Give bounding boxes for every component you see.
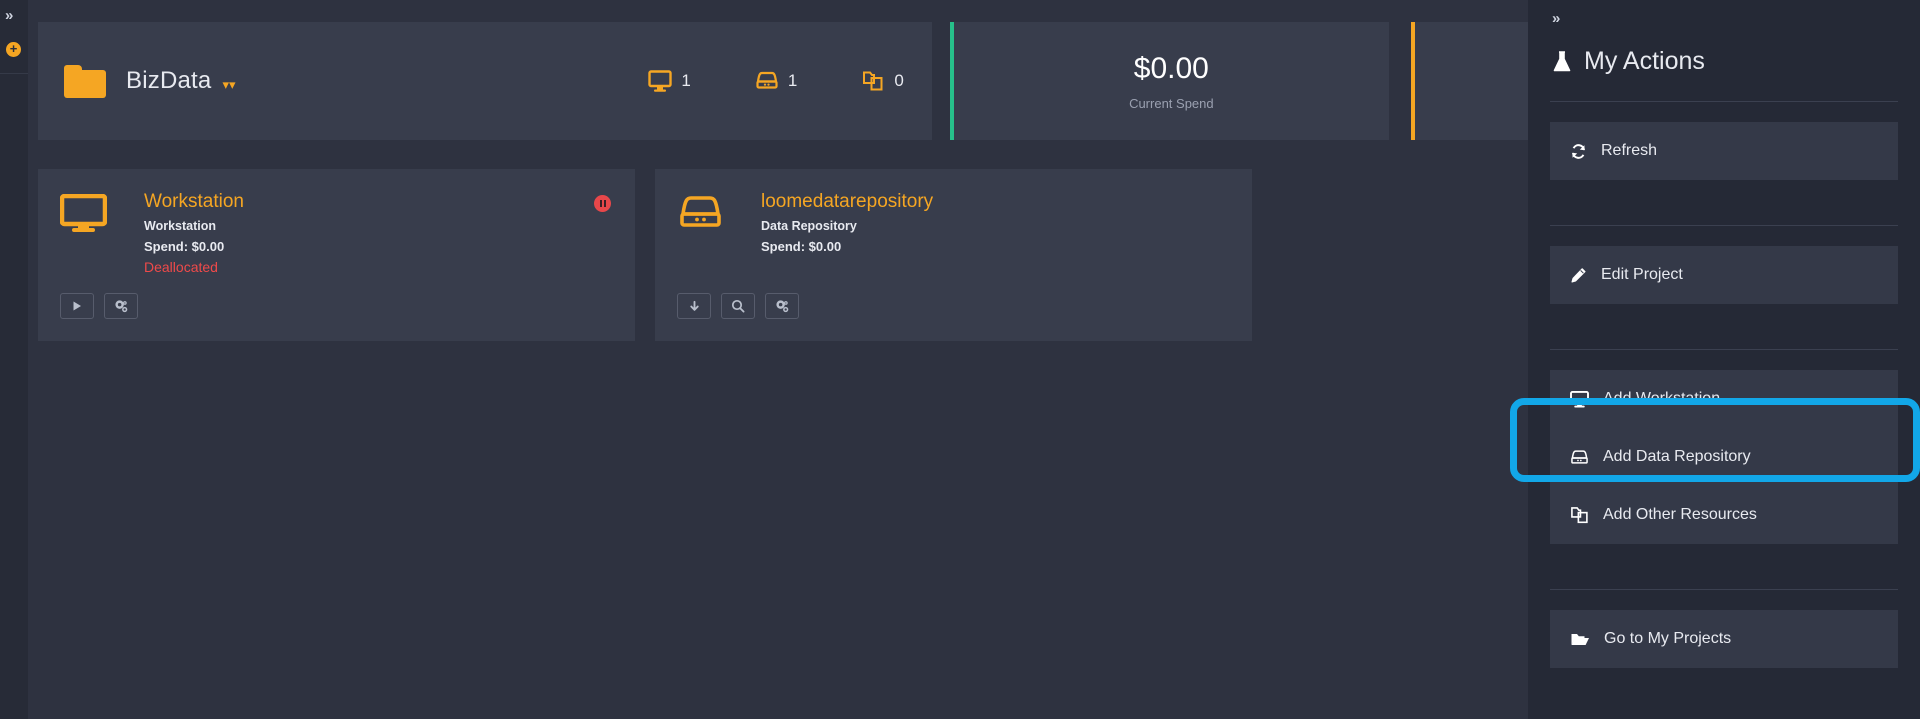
resource-card-workstation[interactable]: Workstation Workstation Spend: $0.00 Dea… bbox=[38, 169, 635, 341]
action-label: Add Workstation bbox=[1603, 390, 1721, 407]
current-spend-card: $0.00 Current Spend bbox=[949, 22, 1389, 140]
resource-title: Workstation bbox=[144, 191, 244, 212]
stat-value: 0 bbox=[894, 71, 904, 90]
folder-open-icon bbox=[1571, 633, 1589, 645]
data-repository-icon bbox=[756, 71, 778, 89]
monitor-icon bbox=[648, 70, 673, 92]
stat-value: 1 bbox=[681, 71, 691, 90]
stat-other-resources: 0 bbox=[861, 70, 904, 92]
plus-circle-icon[interactable]: + bbox=[6, 42, 21, 57]
resource-action-buttons bbox=[60, 293, 138, 319]
my-actions-panel: » My Actions Refresh Edit Project Add Wo… bbox=[1528, 0, 1920, 719]
flask-icon bbox=[1553, 50, 1571, 71]
stat-value: 1 bbox=[787, 71, 798, 90]
folder-icon bbox=[64, 64, 106, 98]
resource-spend: Spend: $0.00 bbox=[144, 238, 225, 254]
refresh-icon bbox=[1572, 143, 1585, 159]
download-icon bbox=[689, 300, 699, 311]
action-refresh[interactable]: Refresh bbox=[1550, 122, 1898, 180]
double-chevron-right-icon[interactable]: » bbox=[1550, 0, 1898, 27]
paused-status-icon bbox=[594, 195, 611, 212]
action-label: Add Other Resources bbox=[1603, 506, 1757, 523]
spend-label: Current Spend bbox=[1129, 95, 1214, 111]
gears-icon bbox=[775, 299, 788, 312]
settings-button[interactable] bbox=[765, 293, 799, 319]
project-stats: 1 1 0 bbox=[648, 70, 904, 92]
next-summary-card-partial bbox=[1410, 22, 1528, 140]
other-resources-icon bbox=[863, 71, 883, 91]
action-edit-project[interactable]: Edit Project bbox=[1550, 246, 1898, 304]
gears-icon bbox=[114, 299, 127, 312]
action-label: Edit Project bbox=[1601, 266, 1683, 283]
spend-amount: $0.00 bbox=[1133, 51, 1209, 85]
resource-spend: Spend: $0.00 bbox=[761, 238, 842, 254]
search-icon bbox=[731, 299, 745, 313]
download-button[interactable] bbox=[677, 293, 711, 319]
rail-divider bbox=[0, 73, 28, 74]
play-icon bbox=[73, 301, 81, 311]
stat-workstations: 1 bbox=[648, 70, 691, 92]
panel-title-row: My Actions bbox=[1550, 27, 1898, 76]
monitor-icon bbox=[60, 194, 110, 232]
main-content: BizData ▾▾ 1 1 0 $0.00 Current Spend Wor… bbox=[28, 0, 1528, 719]
data-repository-icon bbox=[1571, 449, 1588, 464]
settings-button[interactable] bbox=[104, 293, 138, 319]
data-repository-icon bbox=[677, 194, 727, 232]
start-button[interactable] bbox=[60, 293, 94, 319]
action-go-to-my-projects[interactable]: Go to My Projects bbox=[1550, 610, 1898, 668]
double-chevron-right-icon[interactable]: » bbox=[5, 8, 13, 23]
action-add-workstation[interactable]: Add Workstation bbox=[1550, 370, 1898, 428]
project-header-card: BizData ▾▾ 1 1 0 bbox=[38, 22, 932, 140]
action-add-other-resources[interactable]: Add Other Resources bbox=[1550, 486, 1898, 544]
resource-type: Data Repository bbox=[761, 219, 857, 233]
resource-type: Workstation bbox=[144, 219, 216, 233]
left-rail: » + bbox=[0, 0, 28, 719]
resource-card-data-repository[interactable]: loomedatarepository Data Repository Spen… bbox=[655, 169, 1252, 341]
explore-button[interactable] bbox=[721, 293, 755, 319]
resource-status: Deallocated bbox=[144, 258, 218, 275]
action-label: Add Data Repository bbox=[1603, 448, 1751, 465]
resource-cards: Workstation Workstation Spend: $0.00 Dea… bbox=[28, 140, 1528, 341]
resource-action-buttons bbox=[677, 293, 799, 319]
application-window: » + BizData ▾▾ 1 1 0 $0.00 Current Spend… bbox=[0, 0, 1920, 719]
monitor-icon bbox=[1570, 390, 1589, 408]
other-resources-icon bbox=[1571, 507, 1588, 524]
panel-title: My Actions bbox=[1584, 47, 1705, 75]
action-label: Refresh bbox=[1601, 142, 1658, 159]
resource-title: loomedatarepository bbox=[761, 191, 934, 212]
chevron-down-icon[interactable]: ▾▾ bbox=[222, 78, 235, 91]
action-label: Go to My Projects bbox=[1604, 630, 1732, 647]
stat-data-repositories: 1 bbox=[755, 70, 797, 92]
summary-row: BizData ▾▾ 1 1 0 $0.00 Current Spend bbox=[28, 0, 1528, 140]
action-add-data-repository[interactable]: Add Data Repository bbox=[1550, 428, 1898, 486]
pencil-icon bbox=[1571, 267, 1586, 283]
project-name: BizData bbox=[126, 67, 212, 94]
